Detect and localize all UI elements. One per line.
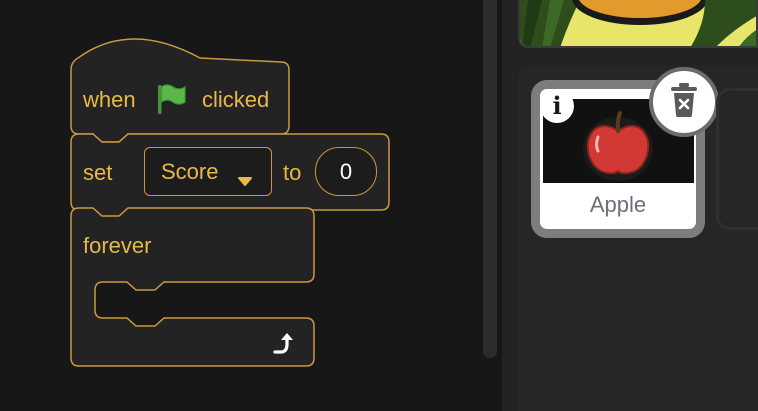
- stage-preview[interactable]: [518, 0, 758, 48]
- green-flag-icon: [154, 82, 188, 121]
- script-blocks: [70, 38, 390, 367]
- loop-arrow-icon: [272, 330, 300, 361]
- variable-dropdown[interactable]: Score: [144, 147, 272, 196]
- number-value: 0: [339, 158, 353, 184]
- forever-label: forever: [83, 233, 152, 258]
- stage-image: [520, 0, 756, 46]
- sprite-card-partial[interactable]: [716, 88, 758, 230]
- sprite-name: Apple: [589, 192, 647, 217]
- trash-delete-icon: [668, 82, 700, 123]
- workspace-scrollbar[interactable]: [483, 0, 497, 358]
- set-label: set: [83, 160, 113, 185]
- clicked-label: clicked: [202, 87, 270, 112]
- dropdown-caret-icon: [237, 167, 253, 193]
- pane-divider: [502, 0, 518, 411]
- when-label: when: [83, 87, 136, 112]
- number-input[interactable]: 0: [315, 147, 377, 196]
- sprite-info-button[interactable]: i: [540, 89, 574, 123]
- variable-name: Score: [161, 158, 219, 184]
- delete-sprite-button[interactable]: [649, 67, 719, 137]
- to-label: to: [283, 160, 302, 185]
- info-icon: i: [552, 91, 562, 120]
- code-workspace: when clicked set Score to 0 forever: [0, 0, 502, 411]
